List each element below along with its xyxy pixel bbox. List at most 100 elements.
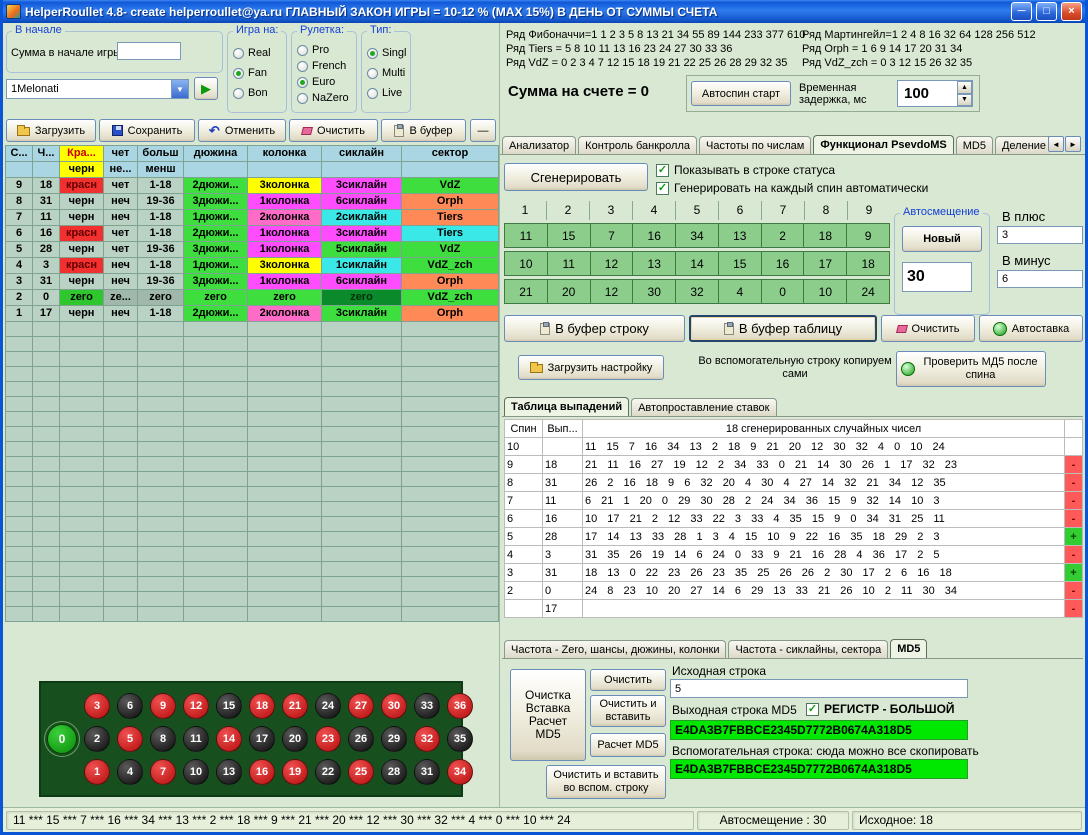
roulette-number[interactable]: 3 [84,693,110,719]
spinner-down-button[interactable]: ▼ [957,94,972,107]
radio-live[interactable]: Live [367,86,402,100]
roulette-number[interactable]: 35 [447,726,473,752]
to-buffer-button[interactable]: В буфер [381,119,466,142]
roulette-number[interactable]: 28 [381,759,407,785]
roulette-number[interactable]: 29 [381,726,407,752]
roulette-number[interactable]: 13 [216,759,242,785]
roulette-number[interactable]: 6 [117,693,143,719]
roulette-number[interactable]: 15 [216,693,242,719]
collapse-button[interactable]: — [470,119,496,142]
tab-md5-top[interactable]: MD5 [956,136,993,155]
maximize-button[interactable]: □ [1036,2,1057,21]
play-button[interactable]: ▶ [194,77,218,100]
tab-scroll-right-button[interactable]: ► [1065,136,1081,152]
tab-freq-chances[interactable]: Частота - Zero, шансы, дюжины, колонки [504,640,726,659]
checkbox-register-upper[interactable]: ✓ РЕГИСТР - БОЛЬШОЙ [806,702,955,716]
check-md5-button[interactable]: Проверить МД5 после спина [896,351,1046,387]
roulette-number[interactable]: 17 [249,726,275,752]
minimize-button[interactable]: ─ [1011,2,1032,21]
clear-button[interactable]: Очистить [289,119,378,142]
radio-french[interactable]: French [297,59,346,73]
save-button[interactable]: Сохранить [99,119,195,142]
tab-freq-sixlines[interactable]: Частота - сиклайны, сектора [728,640,888,659]
md5-clear-paste-aux-button[interactable]: Очистить и вставить во вспом. строку [546,765,666,799]
tab-bankroll-control[interactable]: Контроль банкролла [578,136,697,155]
autospin-start-button[interactable]: Автоспин старт [691,81,791,106]
tab-division[interactable]: Деление ко... [995,136,1050,155]
tab-scroll-left-button[interactable]: ◄ [1048,136,1064,152]
roulette-number[interactable]: 11 [183,726,209,752]
checkbox-show-in-status[interactable]: ✓ Показывать в строке статуса [656,163,835,177]
close-button[interactable]: × [1061,2,1082,21]
roulette-number[interactable]: 22 [315,759,341,785]
radio-pro[interactable]: Pro [297,43,329,57]
roulette-number[interactable]: 30 [381,693,407,719]
load-settings-button[interactable]: Загрузить настройку [518,355,664,380]
roulette-number[interactable]: 23 [315,726,341,752]
radio-nazero[interactable]: NaZero [297,91,349,105]
roulette-number[interactable]: 21 [282,693,308,719]
roulette-number[interactable]: 36 [447,693,473,719]
tab-psevdoms[interactable]: Функционал PsevdoMS [813,135,953,155]
roulette-number[interactable]: 7 [150,759,176,785]
radio-euro[interactable]: Euro [297,75,335,89]
new-button[interactable]: Новый [902,226,982,252]
history-cell [402,562,499,577]
radio-fan[interactable]: Fan [233,66,267,80]
radio-bon[interactable]: Bon [233,86,268,100]
delay-spinner[interactable]: 100 ▲ ▼ [897,80,973,107]
roulette-number[interactable]: 5 [117,726,143,752]
radio-singl[interactable]: Singl [367,46,406,60]
tab-spin-results[interactable]: Таблица выпадений [504,397,629,417]
roulette-number[interactable]: 1 [84,759,110,785]
roulette-zero[interactable]: 0 [47,724,77,754]
tab-md5-tools[interactable]: MD5 [890,639,927,659]
minus-input[interactable]: 6 [997,270,1083,288]
roulette-number[interactable]: 14 [216,726,242,752]
radio-real[interactable]: Real [233,46,271,60]
history-cell [248,322,322,337]
spin-cell: 26 2 16 18 9 6 32 20 4 30 4 27 14 32 21 … [583,474,1065,492]
roulette-number[interactable]: 12 [183,693,209,719]
md5-source-input[interactable]: 5 [670,679,968,698]
roulette-number[interactable]: 4 [117,759,143,785]
roulette-number[interactable]: 19 [282,759,308,785]
clear-grid-button[interactable]: Очистить [881,315,975,342]
autobet-button[interactable]: Автоставка [979,315,1083,342]
md5-calc-button[interactable]: Расчет MD5 [590,733,666,757]
plus-input[interactable]: 3 [997,226,1083,244]
roulette-number[interactable]: 33 [414,693,440,719]
autoshift-input[interactable]: 30 [902,262,972,292]
roulette-number[interactable]: 24 [315,693,341,719]
undo-button[interactable]: ↶Отменить [198,119,286,142]
buffer-row-button[interactable]: В буфер строку [504,315,685,342]
buffer-table-button[interactable]: В буфер таблицу [689,315,877,342]
roulette-number[interactable]: 26 [348,726,374,752]
tab-number-frequencies[interactable]: Частоты по числам [699,136,811,155]
roulette-number[interactable]: 16 [249,759,275,785]
roulette-number[interactable]: 9 [150,693,176,719]
md5-combo-action-button[interactable]: Очистка Вставка Расчет MD5 [510,669,586,761]
roulette-number[interactable]: 10 [183,759,209,785]
tab-analyzer[interactable]: Анализатор [502,136,576,155]
load-button[interactable]: Загрузить [6,119,96,142]
tab-auto-bets[interactable]: Автопроставление ставок [631,398,776,417]
spinner-up-button[interactable]: ▲ [957,81,972,94]
roulette-number[interactable]: 27 [348,693,374,719]
roulette-number[interactable]: 31 [414,759,440,785]
combobox-arrow-icon[interactable]: ▼ [171,80,188,98]
preset-combobox[interactable]: 1Melonati ▼ [6,79,189,99]
roulette-number[interactable]: 2 [84,726,110,752]
md5-clear-paste-button[interactable]: Очистить и вставить [590,695,666,727]
start-sum-input[interactable] [117,42,181,60]
roulette-number[interactable]: 18 [249,693,275,719]
roulette-number[interactable]: 8 [150,726,176,752]
roulette-number[interactable]: 34 [447,759,473,785]
generate-button[interactable]: Сгенерировать [504,163,648,191]
roulette-number[interactable]: 20 [282,726,308,752]
checkbox-generate-each-spin[interactable]: ✓ Генерировать на каждый спин автоматиче… [656,181,928,195]
roulette-number[interactable]: 25 [348,759,374,785]
roulette-number[interactable]: 32 [414,726,440,752]
md5-clear-button[interactable]: Очистить [590,669,666,691]
radio-multi[interactable]: Multi [367,66,405,80]
